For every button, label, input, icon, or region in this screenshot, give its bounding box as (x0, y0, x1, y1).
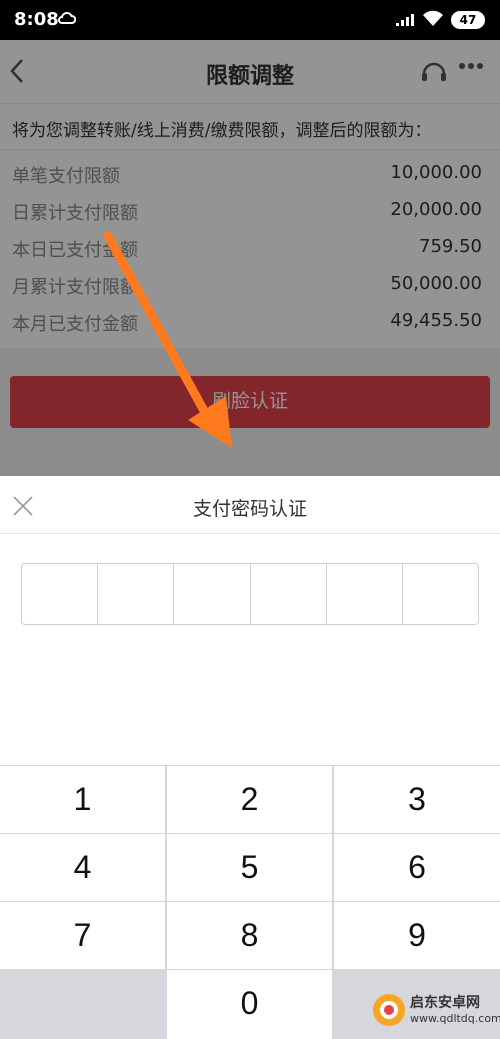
pin-digit-cell[interactable] (251, 564, 327, 624)
limit-row: 本日已支付金额 759.50 (0, 228, 500, 265)
limit-value: 10,000.00 (390, 162, 482, 183)
key-9[interactable]: 9 (334, 902, 500, 969)
status-time: 8:08 (14, 9, 59, 30)
limit-value: 50,000.00 (390, 273, 482, 294)
wifi-icon (423, 10, 443, 26)
cloud-icon (58, 11, 76, 24)
nav-bar: 限额调整 (0, 40, 500, 104)
sheet-title: 支付密码认证 (192, 498, 307, 520)
key-1[interactable]: 1 (0, 766, 165, 833)
limit-value: 49,455.50 (390, 310, 482, 331)
signal-icon (396, 14, 414, 26)
key-6[interactable]: 6 (334, 834, 500, 901)
sheet-header: 支付密码认证 (0, 476, 500, 534)
face-auth-button[interactable]: 刷脸认证 (10, 376, 490, 428)
key-4[interactable]: 4 (0, 834, 165, 901)
key-2[interactable]: 2 (167, 766, 332, 833)
password-sheet: 支付密码认证 1 2 3 4 5 6 7 8 9 0 (0, 476, 500, 1039)
limit-label: 单笔支付限额 (12, 166, 120, 187)
limit-value: 759.50 (419, 236, 482, 257)
watermark-url: www.qdltdq.com (410, 1012, 500, 1025)
key-0[interactable]: 0 (167, 970, 332, 1039)
key-7[interactable]: 7 (0, 902, 165, 969)
limit-row: 单笔支付限额 10,000.00 (0, 154, 500, 191)
limit-label: 月累计支付限额 (12, 277, 138, 298)
limits-list: 单笔支付限额 10,000.00 日累计支付限额 20,000.00 本日已支付… (0, 150, 500, 348)
key-blank (0, 970, 165, 1037)
limit-label: 本日已支付金额 (12, 240, 138, 261)
watermark: 启东安卓网 www.qdltdq.com (372, 990, 500, 1030)
pin-input[interactable] (21, 563, 479, 625)
pin-digit-cell[interactable] (403, 564, 478, 624)
pin-digit-cell[interactable] (327, 564, 403, 624)
notice-text: 将为您调整转账/线上消费/缴费限额，调整后的限额为： (12, 121, 432, 141)
watermark-logo-icon (373, 994, 405, 1026)
pin-digit-cell[interactable] (22, 564, 99, 624)
battery-indicator: 47 (451, 11, 485, 29)
watermark-name: 启东安卓网 (410, 995, 480, 1011)
customer-service-icon[interactable] (420, 58, 448, 86)
pin-digit-cell[interactable] (174, 564, 251, 624)
limit-label: 本月已支付金额 (12, 314, 138, 335)
more-icon[interactable] (458, 62, 484, 70)
key-8[interactable]: 8 (167, 902, 332, 969)
pin-digit-cell[interactable] (98, 564, 175, 624)
notice-row: 将为您调整转账/线上消费/缴费限额，调整后的限额为： (0, 104, 500, 150)
limit-row: 本月已支付金额 49,455.50 (0, 302, 500, 339)
key-3[interactable]: 3 (334, 766, 500, 833)
status-bar: 8:08 47 (0, 0, 500, 40)
limit-value: 20,000.00 (390, 199, 482, 220)
limit-row: 日累计支付限额 20,000.00 (0, 191, 500, 228)
limit-label: 日累计支付限额 (12, 203, 138, 224)
limit-row: 月累计支付限额 50,000.00 (0, 265, 500, 302)
key-5[interactable]: 5 (167, 834, 332, 901)
